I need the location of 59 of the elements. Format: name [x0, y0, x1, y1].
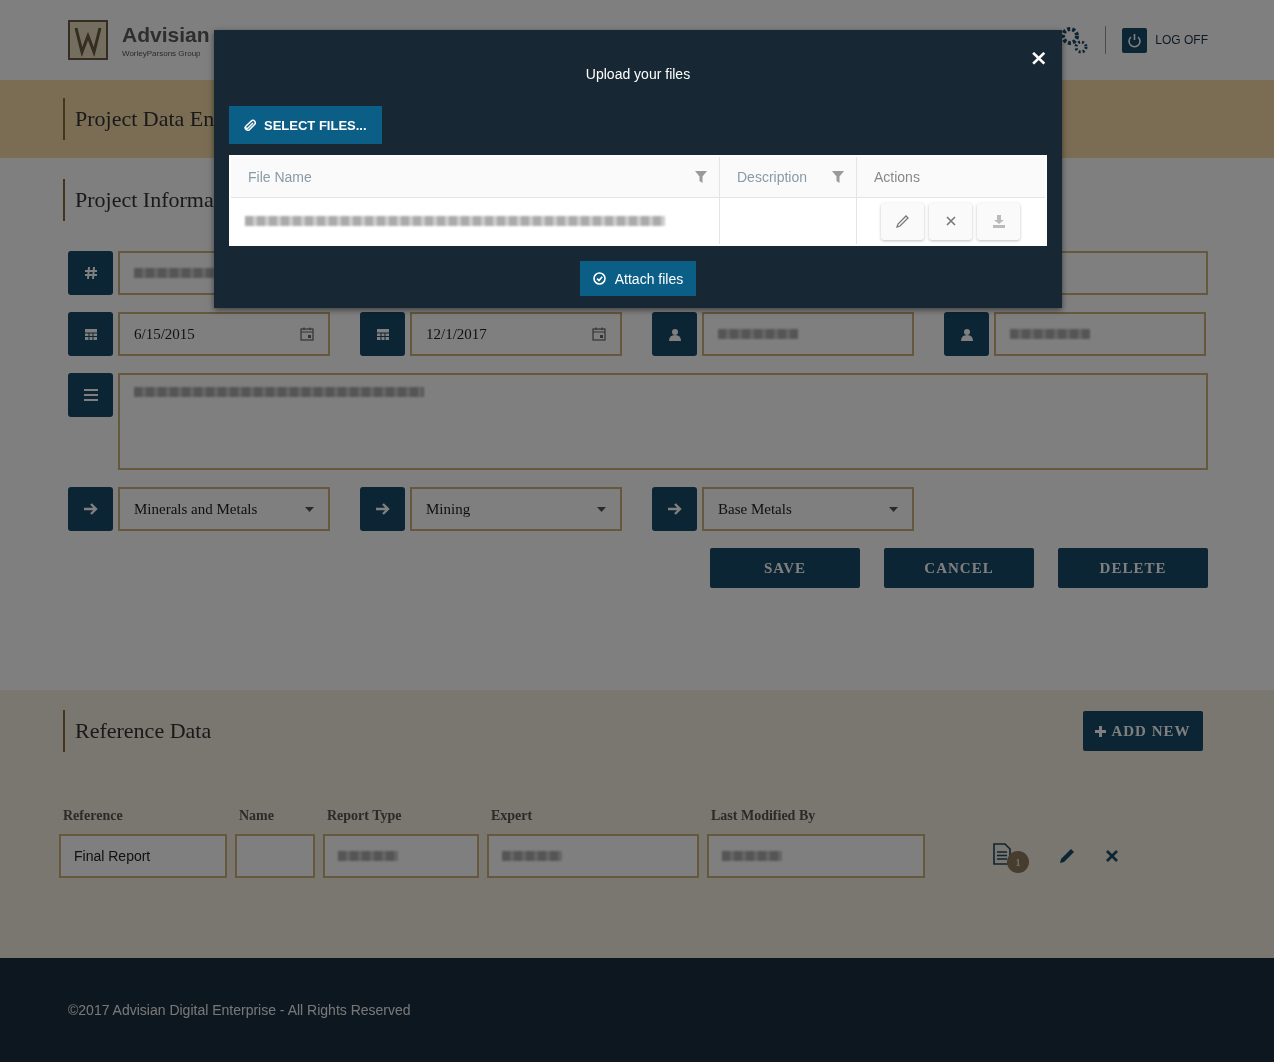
caret-icon — [597, 506, 606, 512]
input-field[interactable] — [702, 312, 914, 356]
filter-icon[interactable] — [695, 171, 707, 183]
edit-icon[interactable] — [1057, 846, 1077, 866]
filter-icon[interactable] — [832, 171, 844, 183]
logo-text: Advisian — [122, 22, 210, 47]
document-icon[interactable] — [993, 843, 1011, 865]
dropdown-field[interactable]: Base Metals — [702, 487, 914, 531]
table-cell: Final Report — [59, 834, 227, 878]
close-button[interactable]: × — [1029, 47, 1048, 69]
log-off-button[interactable]: LOG OFF — [1122, 27, 1208, 53]
input-field[interactable]: 12/1/2017 — [410, 312, 622, 356]
arrow-right-icon — [667, 503, 682, 515]
download-button[interactable] — [977, 202, 1020, 240]
check-circle-icon — [592, 272, 606, 285]
select-files-button[interactable]: SELECT FILES... — [229, 106, 382, 144]
pencil-icon — [895, 214, 910, 228]
column-header: Expert — [491, 808, 534, 824]
add-new-button[interactable]: ADD NEW — [1083, 711, 1203, 751]
calendar-icon — [375, 327, 390, 341]
paperclip-icon — [244, 118, 256, 132]
column-header: Reference — [63, 808, 124, 824]
action-button[interactable]: SAVE — [710, 548, 860, 588]
column-header: Name — [239, 808, 275, 824]
action-button[interactable]: CANCEL — [884, 548, 1034, 588]
logo-subtitle: WorleyParsons Group — [122, 48, 202, 58]
column-header: Last Modified By — [711, 808, 817, 824]
person-icon — [668, 327, 681, 341]
caret-icon — [305, 506, 314, 512]
download-icon — [991, 214, 1006, 228]
plus-icon — [1095, 725, 1107, 737]
dialog-title: Upload your files — [584, 66, 692, 82]
calendar-icon[interactable] — [592, 327, 606, 341]
input-field[interactable]: 6/15/2015 — [118, 312, 330, 356]
arrow-right-icon — [83, 503, 98, 515]
arrow-right-icon — [375, 503, 390, 515]
hash-icon — [83, 266, 98, 280]
menu-icon — [83, 389, 98, 401]
dropdown-field[interactable]: Minerals and Metals — [118, 487, 330, 531]
section-title: Reference Data — [63, 710, 212, 752]
dropdown-field[interactable]: Mining — [410, 487, 622, 531]
column-header: Report Type — [327, 808, 403, 824]
input-field[interactable] — [994, 312, 1206, 356]
close-icon — [945, 216, 956, 226]
close-icon[interactable] — [1105, 849, 1119, 863]
delete-button[interactable] — [929, 202, 972, 240]
caret-icon — [889, 506, 898, 512]
settings-icon[interactable] — [1059, 25, 1090, 55]
copyright-text: ©2017 Advisian Digital Enterprise - All Rights Reserved — [68, 1002, 411, 1018]
logo-icon — [68, 20, 108, 60]
action-button[interactable]: DELETE — [1058, 548, 1208, 588]
edit-button[interactable] — [881, 202, 924, 240]
count-badge: 1 — [1007, 851, 1029, 873]
person-icon — [960, 327, 973, 341]
calendar-icon[interactable] — [300, 327, 314, 341]
power-icon — [1122, 27, 1148, 53]
calendar-icon — [83, 327, 98, 341]
description-field[interactable] — [118, 373, 1208, 470]
attach-files-button[interactable]: Attach files — [579, 261, 697, 296]
